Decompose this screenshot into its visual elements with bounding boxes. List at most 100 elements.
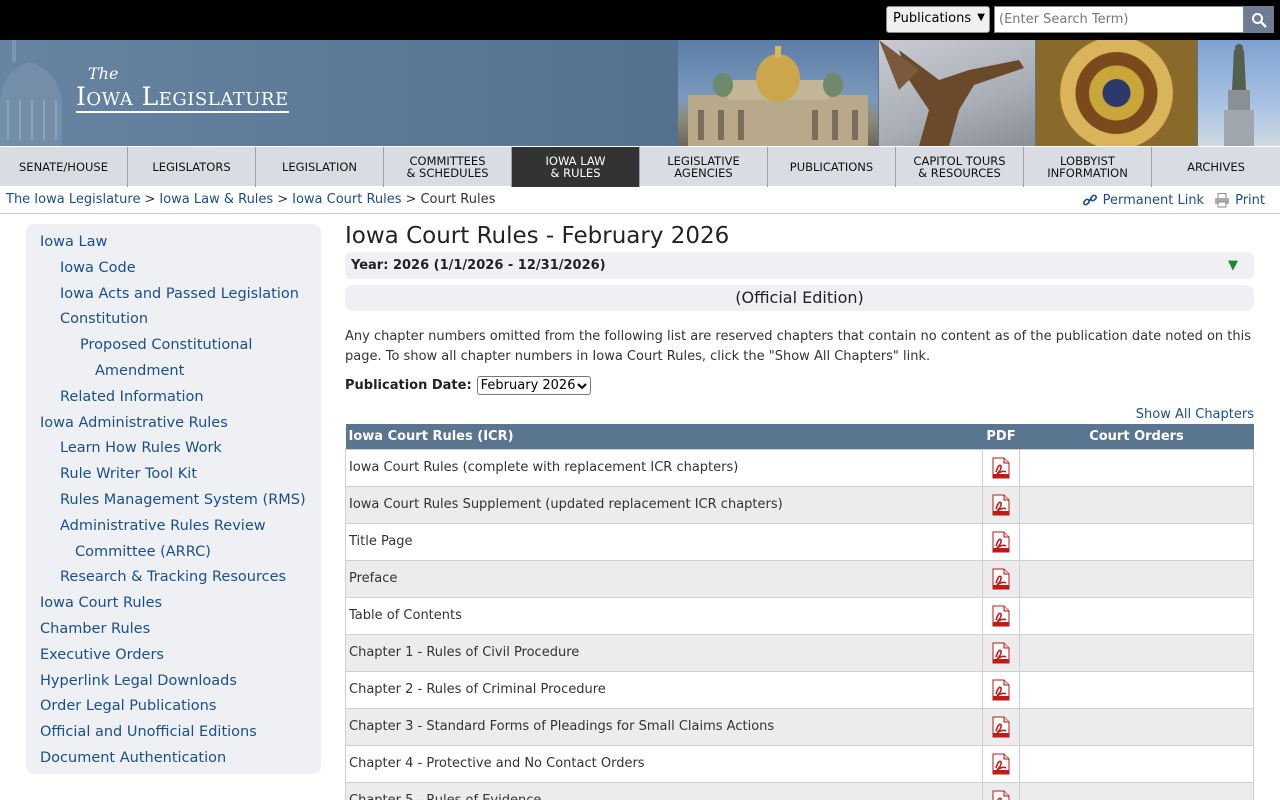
nav-senate-house[interactable]: SENATE/HOUSE xyxy=(0,147,128,187)
breadcrumb: The Iowa Legislature > Iowa Law & Rules > Io… xyxy=(6,192,495,207)
rule-title-cell: Table of Contents xyxy=(345,596,983,635)
permanent-link[interactable]: Permanent Link xyxy=(1082,192,1204,208)
sidebar-item-hyperlink-downloads[interactable]: Hyperlink Legal Downloads xyxy=(26,669,321,695)
sidebar-item-court-rules[interactable]: Iowa Court Rules xyxy=(26,591,321,617)
publication-date-row: Publication Date: February 2026 xyxy=(345,376,1254,395)
show-all-row: Show All Chapters xyxy=(345,407,1254,422)
nav-capitol-tours[interactable]: CAPITOL TOURS & RESOURCES xyxy=(896,147,1024,187)
capitol-photo xyxy=(678,40,878,146)
sidebar-item-iowa-acts[interactable]: Iowa Acts and Passed Legislation xyxy=(26,282,321,308)
header-banner: The Iowa Legislature xyxy=(0,40,1280,146)
show-all-chapters-link[interactable]: Show All Chapters xyxy=(1136,407,1254,422)
table-row: Title Page xyxy=(345,522,1254,561)
breadcrumb-bar: The Iowa Legislature > Iowa Law & Rules > Io… xyxy=(0,187,1280,214)
sidebar-item-proposed-amendment[interactable]: Proposed Constitutional xyxy=(26,333,321,359)
main-content: Iowa Court Rules - February 2026 Year: 2… xyxy=(345,220,1254,800)
sidebar-item-rms[interactable]: Rules Management System (RMS) xyxy=(26,488,321,514)
pdf-cell xyxy=(982,707,1020,746)
publication-date-select[interactable]: February 2026 xyxy=(476,376,592,395)
statue-photo xyxy=(879,40,1035,146)
nav-lobbyist-information[interactable]: LOBBYIST INFORMATION xyxy=(1024,147,1152,187)
sidebar-item-chamber-rules[interactable]: Chamber Rules xyxy=(26,617,321,643)
pdf-cell xyxy=(982,744,1020,783)
search-scope-select[interactable]: Publications ▼ xyxy=(886,6,990,33)
rule-title-cell: Title Page xyxy=(345,522,983,561)
sidebar-item-learn-rules[interactable]: Learn How Rules Work xyxy=(26,436,321,462)
column-header-pdf: PDF xyxy=(982,424,1020,449)
court-orders-cell xyxy=(1019,670,1254,709)
nav-publications[interactable]: PUBLICATIONS xyxy=(768,147,896,187)
pdf-icon[interactable] xyxy=(991,679,1011,700)
breadcrumb-link-home[interactable]: The Iowa Legislature xyxy=(6,192,140,207)
chevron-down-icon xyxy=(577,382,588,389)
table-header-row: Iowa Court Rules (ICR) PDF Court Orders xyxy=(345,424,1254,449)
sidebar-item-iowa-law[interactable]: Iowa Law xyxy=(26,230,321,256)
sidebar-item-editions[interactable]: Official and Unofficial Editions xyxy=(26,720,321,746)
column-header-rules: Iowa Court Rules (ICR) xyxy=(345,424,983,449)
court-orders-cell xyxy=(1019,707,1254,746)
sidebar-item-proposed-amendment-cont[interactable]: Amendment xyxy=(26,359,321,385)
nav-iowa-law-rules[interactable]: IOWA LAW & RULES xyxy=(512,147,640,187)
nav-committees-schedules[interactable]: COMMITTEES & SCHEDULES xyxy=(384,147,512,187)
sidebar-item-order-publications[interactable]: Order Legal Publications xyxy=(26,694,321,720)
sidebar-item-admin-rules[interactable]: Iowa Administrative Rules xyxy=(26,411,321,437)
pdf-icon[interactable] xyxy=(991,568,1011,589)
table-row: Table of Contents xyxy=(345,596,1254,635)
printer-icon xyxy=(1215,193,1230,208)
pdf-cell xyxy=(982,448,1020,487)
logo-prefix: The xyxy=(88,64,119,83)
court-orders-cell xyxy=(1019,559,1254,598)
capitol-dome-ceiling-photo xyxy=(1036,40,1197,146)
court-orders-cell xyxy=(1019,781,1254,800)
sidebar-item-executive-orders[interactable]: Executive Orders xyxy=(26,643,321,669)
capitol-dome-graphic xyxy=(0,40,62,146)
sidebar-item-research-tracking[interactable]: Research & Tracking Resources xyxy=(26,565,321,591)
pdf-icon[interactable] xyxy=(991,605,1011,626)
sidebar-item-arrc[interactable]: Administrative Rules Review xyxy=(26,514,321,540)
search-input[interactable]: (Enter Search Term) xyxy=(994,6,1244,33)
sidebar-item-document-authentication[interactable]: Document Authentication xyxy=(26,746,321,772)
rule-title-cell: Iowa Court Rules Supplement (updated rep… xyxy=(345,485,983,524)
breadcrumb-link-court-rules[interactable]: Iowa Court Rules xyxy=(292,192,401,207)
rule-title-cell: Chapter 2 - Rules of Criminal Procedure xyxy=(345,670,983,709)
sidebar-item-constitution[interactable]: Constitution xyxy=(26,307,321,333)
pdf-icon[interactable] xyxy=(991,642,1011,663)
sidebar-item-iowa-code[interactable]: Iowa Code xyxy=(26,256,321,282)
sidebar-item-arrc-cont[interactable]: Committee (ARRC) xyxy=(26,540,321,566)
pdf-icon[interactable] xyxy=(991,531,1011,552)
triangle-down-icon: ▼ xyxy=(1228,258,1238,273)
search-button[interactable] xyxy=(1244,6,1274,33)
column-header-court-orders: Court Orders xyxy=(1019,424,1254,449)
permanent-link-label: Permanent Link xyxy=(1102,192,1205,208)
court-rules-table: Iowa Court Rules (ICR) PDF Court Orders … xyxy=(345,424,1254,800)
intro-text: Any chapter numbers omitted from the fol… xyxy=(345,329,1252,364)
pdf-icon[interactable] xyxy=(991,494,1011,515)
nav-archives[interactable]: ARCHIVES xyxy=(1152,147,1280,187)
sidebar-item-rule-writer-toolkit[interactable]: Rule Writer Tool Kit xyxy=(26,462,321,488)
rule-title-cell: Chapter 4 - Protective and No Contact Or… xyxy=(345,744,983,783)
nav-legislation[interactable]: LEGISLATION xyxy=(256,147,384,187)
main-nav: SENATE/HOUSE LEGISLATORS LEGISLATION COM… xyxy=(0,146,1280,187)
print-label: Print xyxy=(1235,192,1265,208)
table-row: Chapter 3 - Standard Forms of Pleadings … xyxy=(345,707,1254,746)
print-link[interactable]: Print xyxy=(1214,192,1265,208)
page-actions: Permanent Link Print xyxy=(1082,192,1265,208)
table-row: Chapter 1 - Rules of Civil Procedure xyxy=(345,633,1254,672)
pdf-icon[interactable] xyxy=(991,753,1011,774)
search-icon xyxy=(1252,12,1267,28)
site-logo[interactable]: Iowa Legislature xyxy=(76,84,289,113)
breadcrumb-current: Court Rules xyxy=(420,192,496,207)
breadcrumb-link-law-rules[interactable]: Iowa Law & Rules xyxy=(159,192,273,207)
pdf-icon[interactable] xyxy=(991,790,1011,800)
pdf-icon[interactable] xyxy=(991,457,1011,478)
pdf-icon[interactable] xyxy=(991,716,1011,737)
pdf-cell xyxy=(982,485,1020,524)
monument-photo xyxy=(1198,40,1280,146)
breadcrumb-separator: > xyxy=(405,192,417,207)
sidebar-item-related-information[interactable]: Related Information xyxy=(26,385,321,411)
nav-legislative-agencies[interactable]: LEGISLATIVE AGENCIES xyxy=(640,147,768,187)
page-title: Iowa Court Rules - February 2026 xyxy=(345,223,730,249)
year-selector[interactable]: Year: 2026 (1/1/2026 - 12/31/2026) ▼ xyxy=(345,252,1254,279)
nav-legislators[interactable]: LEGISLATORS xyxy=(128,147,256,187)
court-orders-cell xyxy=(1019,485,1254,524)
